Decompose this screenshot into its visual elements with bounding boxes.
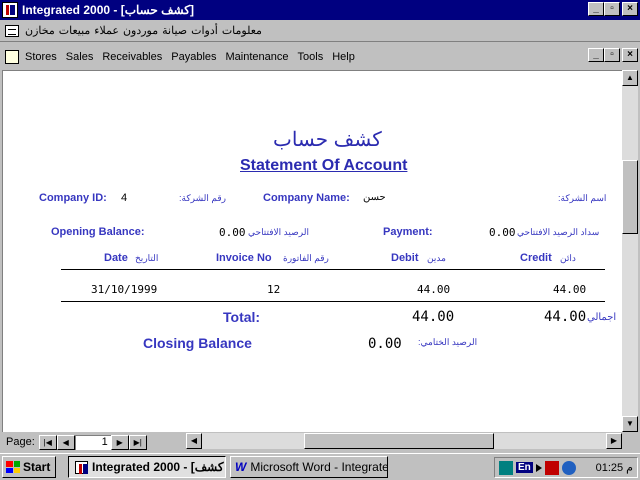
- ati-icon[interactable]: [544, 460, 559, 475]
- child-window-controls: _ ▫ ×: [588, 48, 638, 62]
- menu-item-tools[interactable]: Tools: [298, 51, 324, 63]
- opening-balance-label-arabic: الرصيد الافتتاحي: [248, 227, 309, 237]
- header-divider: [61, 269, 605, 270]
- screen: Integrated 2000 - [كشف حساب] _ ▫ × معلوم…: [0, 0, 640, 480]
- row-debit: 44.00: [417, 283, 451, 296]
- network-icon[interactable]: [499, 460, 513, 475]
- company-id-label-arabic: رقم الشركة:: [179, 193, 226, 203]
- start-button[interactable]: Start: [2, 456, 56, 478]
- horizontal-scroll-thumb[interactable]: [304, 433, 494, 449]
- scroll-up-icon[interactable]: ▲: [622, 70, 638, 86]
- company-id-label: Company ID:: [39, 192, 107, 204]
- column-debit: Debit: [391, 252, 419, 264]
- company-name-label-arabic: اسم الشركة:: [558, 193, 607, 203]
- company-name-value: حسن: [363, 192, 386, 203]
- payment-label-arabic: سداد الرصيد الافتتاحي: [517, 227, 600, 237]
- close-button[interactable]: ×: [622, 2, 638, 16]
- volume-icon[interactable]: [535, 463, 542, 472]
- closing-balance-label: Closing Balance: [143, 335, 252, 351]
- row-invoice: 12: [267, 283, 281, 296]
- menu-item-ar-info[interactable]: معلومات: [222, 24, 262, 37]
- english-menu-items: Stores Sales Receivables Payables Mainte…: [25, 51, 355, 63]
- start-label: Start: [23, 460, 51, 474]
- menu-item-ar-sales[interactable]: مبيعات: [59, 24, 91, 37]
- taskbar-item-integrated-label: Integrated 2000 - [كشف: [92, 460, 224, 474]
- globe-icon[interactable]: [561, 460, 576, 475]
- last-page-button[interactable]: ▶|: [128, 434, 147, 450]
- word-icon: W: [235, 460, 247, 474]
- column-invoice: Invoice No: [216, 252, 272, 264]
- column-credit-arabic: دائن: [560, 253, 576, 263]
- menu-item-ar-customers[interactable]: عملاء: [94, 24, 119, 37]
- taskbar-item-integrated[interactable]: Integrated 2000 - [كشف: [68, 456, 226, 478]
- arabic-menu-items: معلومات أدوات صيانة موردون عملاء مبيعات …: [25, 24, 262, 37]
- column-date-arabic: التاريخ: [135, 253, 159, 263]
- child-minimize-button[interactable]: _: [588, 48, 604, 62]
- window-title: Integrated 2000 - [كشف حساب]: [22, 3, 194, 17]
- language-indicator[interactable]: En: [516, 462, 533, 473]
- report-viewport: كشف حساب Statement Of Account Company ID…: [2, 70, 622, 432]
- rows-divider: [61, 301, 605, 302]
- payment-label: Payment:: [383, 226, 433, 238]
- vertical-scroll-thumb[interactable]: [622, 160, 638, 234]
- previous-page-button[interactable]: ◀: [56, 434, 75, 450]
- column-debit-arabic: مدين: [427, 253, 446, 263]
- menu-bar-english: Stores Sales Receivables Payables Mainte…: [0, 44, 640, 70]
- report-title-arabic: كشف حساب: [273, 129, 382, 151]
- column-date: Date: [104, 252, 128, 264]
- integrated-app-icon: [75, 460, 88, 474]
- menu-item-ar-suppliers[interactable]: موردون: [123, 24, 158, 37]
- scroll-left-icon[interactable]: ◀: [186, 433, 202, 449]
- system-tray: En م 01:25: [494, 457, 638, 478]
- app-icon[interactable]: [2, 2, 18, 18]
- child-close-button[interactable]: ×: [622, 48, 638, 62]
- opening-balance-label: Opening Balance:: [51, 226, 145, 238]
- menu-item-help[interactable]: Help: [332, 51, 355, 63]
- menu-item-payables[interactable]: Payables: [171, 51, 216, 63]
- menu-item-sales[interactable]: Sales: [66, 51, 94, 63]
- clock[interactable]: م 01:25: [596, 461, 633, 474]
- column-credit: Credit: [520, 252, 552, 264]
- document-window-icon[interactable]: [5, 50, 19, 64]
- page-label: Page:: [6, 436, 35, 448]
- closing-balance-value: 0.00: [368, 336, 402, 352]
- menu-item-maintenance[interactable]: Maintenance: [226, 51, 289, 63]
- menu-bar-arabic: معلومات أدوات صيانة موردون عملاء مبيعات …: [0, 20, 640, 42]
- total-debit: 44.00: [412, 309, 455, 325]
- page-number-input[interactable]: 1: [74, 434, 111, 450]
- company-id-value: 4: [121, 192, 128, 204]
- menu-item-receivables[interactable]: Receivables: [102, 51, 162, 63]
- opening-balance-value: 0.00: [219, 226, 246, 239]
- total-label-arabic: اجمالي: [587, 312, 617, 323]
- menu-item-ar-tools[interactable]: أدوات: [191, 24, 218, 37]
- row-date: 31/10/1999: [91, 283, 158, 296]
- horizontal-scrollbar[interactable]: ◀ ▶: [186, 433, 622, 449]
- menu-item-ar-stores[interactable]: مخازن: [25, 24, 55, 37]
- window-controls: _ ▫ ×: [588, 2, 638, 16]
- total-label: Total:: [223, 309, 261, 325]
- taskbar-item-word-label: Microsoft Word - Integrate...: [250, 460, 388, 474]
- document-menu-icon[interactable]: [5, 24, 19, 37]
- scroll-down-icon[interactable]: ▼: [622, 416, 638, 432]
- title-bar[interactable]: Integrated 2000 - [كشف حساب] _ ▫ ×: [0, 0, 640, 20]
- taskbar: Start Integrated 2000 - [كشف W Microsoft…: [0, 453, 640, 480]
- scroll-right-icon[interactable]: ▶: [606, 433, 622, 449]
- menu-item-ar-maintenance[interactable]: صيانة: [162, 24, 187, 37]
- minimize-button[interactable]: _: [588, 2, 604, 16]
- menu-item-stores[interactable]: Stores: [25, 51, 57, 63]
- taskbar-item-word[interactable]: W Microsoft Word - Integrate...: [230, 456, 388, 478]
- total-credit: 44.00: [544, 309, 587, 325]
- vertical-scrollbar[interactable]: ▲ ▼: [622, 70, 638, 432]
- next-page-button[interactable]: ▶: [110, 434, 129, 450]
- report-title: Statement Of Account: [240, 157, 408, 174]
- windows-logo-icon: [6, 461, 20, 473]
- row-credit: 44.00: [553, 283, 587, 296]
- column-invoice-arabic: رقم الفاتورة: [283, 253, 329, 263]
- maximize-button[interactable]: ▫: [604, 2, 620, 16]
- first-page-button[interactable]: |◀: [38, 434, 57, 450]
- closing-balance-label-arabic: الرصيد الختامي:: [418, 337, 478, 347]
- company-name-label: Company Name:: [263, 192, 350, 204]
- child-maximize-button[interactable]: ▫: [604, 48, 620, 62]
- payment-value: 0.00: [489, 226, 516, 239]
